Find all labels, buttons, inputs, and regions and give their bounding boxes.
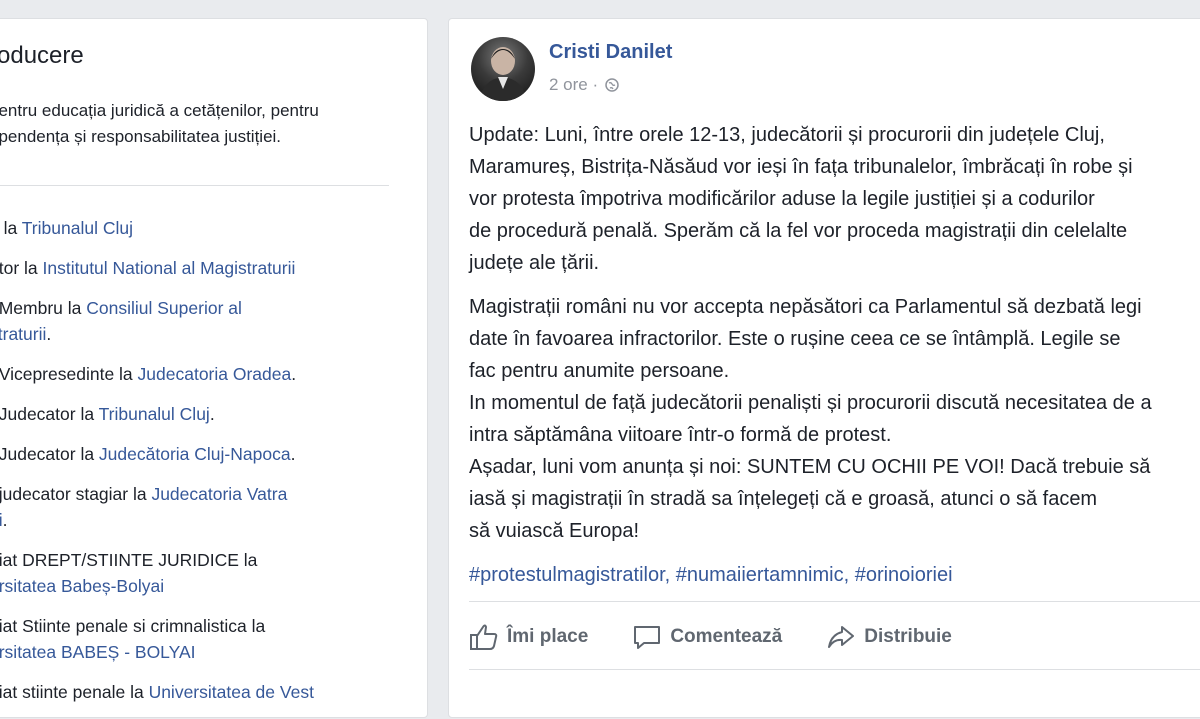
post-text-line: de procedură penală. Sperăm că la fel vo… <box>469 220 1128 242</box>
intro-item-link[interactable]: straturii <box>0 324 46 344</box>
work-education-list: e la Tribunalul Cluj ator la Institutul N… <box>0 215 409 719</box>
intro-item-text: diat DREPT/STIINTE JURIDICE la <box>0 550 258 570</box>
intro-item-text: t Judecator la <box>0 444 95 464</box>
intro-item-link[interactable]: Institutul National al Magistraturii <box>43 258 296 278</box>
globe-icon[interactable] <box>605 77 619 97</box>
intro-item-text: t Vicepresedinte la <box>0 364 138 384</box>
post-text-line: Maramureș, Bistrița-Năsăud vor ieși în f… <box>469 156 1133 178</box>
post-author-name[interactable]: Cristi Danilet <box>549 41 672 64</box>
intro-item-line: diat DREPT/STIINTE JURIDICE la <box>0 547 409 573</box>
intro-item: diat stiinte penale la Universitatea de … <box>0 679 409 705</box>
intro-item-line: t Vicepresedinte la Judecatoria Oradea. <box>0 361 409 387</box>
intro-item-text: t judecator stagiar la <box>0 484 152 504</box>
bio-line: ependența și responsabilitatea justiției… <box>0 127 282 146</box>
post-meta: 2 ore · <box>549 75 619 97</box>
post-paragraph: Magistrații români nu vor accepta nepăsă… <box>469 291 1200 547</box>
intro-item: diat Stiinte penale si crimnalistica la e… <box>0 613 409 665</box>
intro-item: ator la Institutul National al Magistrat… <box>0 255 409 281</box>
post-text-line: date în favoarea infractorilor. Este o r… <box>469 328 1121 350</box>
post-timestamp[interactable]: 2 ore <box>549 75 588 94</box>
intro-item-link[interactable]: ersitatea Babeș-Bolyai <box>0 576 164 596</box>
thumbs-up-icon <box>470 624 498 650</box>
intro-item-link[interactable]: Universitatea de Vest <box>149 682 314 702</box>
intro-item-text: t Judecator la <box>0 404 95 424</box>
comment-icon <box>634 626 661 649</box>
bio-line: pentru educația juridică a cetățenilor, … <box>0 101 319 120</box>
post-text-line: intra săptămâna viitoare într-o formă de… <box>469 424 892 446</box>
intro-item-text: . <box>2 510 8 530</box>
intro-item: t Membru la Consiliul Superior alstratur… <box>0 295 409 347</box>
post-hashtags[interactable]: #protestulmagistratilor, #numaiiertamnim… <box>469 559 1200 591</box>
intro-item-line: diat Stiinte penale si crimnalistica la <box>0 613 409 639</box>
intro-item-text: diat stiinte penale la <box>0 682 149 702</box>
actions-divider <box>469 601 1200 602</box>
post-paragraph: Update: Luni, între orele 12-13, judecăt… <box>469 119 1200 279</box>
intro-item: e la Tribunalul Cluj <box>0 215 409 241</box>
intro-item-line: t Judecator la Judecătoria Cluj-Napoca. <box>0 441 409 467</box>
post-text-line: In momentul de față judecătorii penalișt… <box>469 392 1152 414</box>
intro-item-text: e la <box>0 218 18 238</box>
intro-card: roducere pentru educația juridică a cetă… <box>0 18 428 718</box>
post-text-line: fac pentru anumite persoane. <box>469 360 730 382</box>
intro-item-link[interactable]: Tribunalul Cluj <box>99 404 210 424</box>
post-text-line: Magistrații români nu vor accepta nepăsă… <box>469 296 1142 318</box>
intro-item-link[interactable]: Judecatoria Vatra <box>151 484 287 504</box>
intro-item-line: ator la Institutul National al Magistrat… <box>0 255 409 281</box>
share-button[interactable]: Distribuie <box>826 623 952 651</box>
intro-item-line: ei. <box>0 507 409 533</box>
intro-item-link[interactable]: ersitatea BABEȘ - BOLYAI <box>0 642 196 662</box>
intro-item-line: t Membru la Consiliul Superior al <box>0 295 409 321</box>
intro-divider <box>0 185 389 186</box>
intro-item-line: straturii. <box>0 321 409 347</box>
meta-separator: · <box>592 75 599 94</box>
comments-divider <box>469 669 1200 670</box>
intro-item-line: t judecator stagiar la Judecatoria Vatra <box>0 481 409 507</box>
post-body: Update: Luni, între orele 12-13, judecăt… <box>469 119 1200 591</box>
post-text-line: județe ale țării. <box>469 252 600 274</box>
post-actions: Îmi place Comentează Distribuie <box>469 619 996 655</box>
intro-item-text: . <box>46 324 52 344</box>
intro-item-line: diat stiinte penale la Universitatea de … <box>0 679 409 705</box>
intro-item-line: ersitatea BABEȘ - BOLYAI <box>0 639 409 665</box>
avatar-photo-icon <box>479 47 527 101</box>
intro-item: t Vicepresedinte la Judecatoria Oradea. <box>0 361 409 387</box>
intro-item-text: ator la <box>0 258 38 278</box>
intro-item-link[interactable]: Judecatoria Oradea <box>138 364 292 384</box>
intro-item-line: ersitatea Babeș-Bolyai <box>0 573 409 599</box>
intro-item-text: . <box>290 444 296 464</box>
intro-item: t judecator stagiar la Judecatoria Vatra… <box>0 481 409 533</box>
intro-item-link[interactable]: Tribunalul Cluj <box>22 218 133 238</box>
intro-item: t Judecator la Judecătoria Cluj-Napoca. <box>0 441 409 467</box>
intro-bio: pentru educația juridică a cetățenilor, … <box>0 98 409 150</box>
comment-button[interactable]: Comentează <box>632 623 782 651</box>
intro-item-line: e la Tribunalul Cluj <box>0 215 409 241</box>
intro-item-link[interactable]: Judecătoria Cluj-Napoca <box>99 444 291 464</box>
post-text-line: vor protesta împotriva modificărilor adu… <box>469 188 1095 210</box>
intro-item: diat DREPT/STIINTE JURIDICE la ersitatea … <box>0 547 409 599</box>
share-label: Distribuie <box>864 626 952 647</box>
like-button[interactable]: Îmi place <box>469 623 588 651</box>
post-text-line: să vuiască Europa! <box>469 520 640 542</box>
share-icon <box>828 626 855 648</box>
intro-item-text: diat Stiinte penale si crimnalistica la <box>0 616 266 636</box>
intro-item-text: t Membru la <box>0 298 82 318</box>
intro-item-line: t Judecator la Tribunalul Cluj. <box>0 401 409 427</box>
intro-item-text: . <box>209 404 215 424</box>
intro-item: t Judecator la Tribunalul Cluj. <box>0 401 409 427</box>
intro-title: roducere <box>0 42 84 69</box>
post-card: Cristi Danilet 2 ore · Update: Luni, înt… <box>448 18 1200 718</box>
intro-item-link[interactable]: Consiliul Superior al <box>86 298 242 318</box>
like-label: Îmi place <box>507 626 589 647</box>
author-avatar[interactable] <box>471 37 535 101</box>
post-text-line: iasă și magistrații în stradă sa înțeleg… <box>469 488 1098 510</box>
comment-label: Comentează <box>670 626 783 647</box>
post-text-line: Update: Luni, între orele 12-13, judecăt… <box>469 124 1105 146</box>
intro-item-text: . <box>291 364 297 384</box>
post-text-line: Așadar, luni vom anunța și noi: SUNTEM C… <box>469 456 1151 478</box>
